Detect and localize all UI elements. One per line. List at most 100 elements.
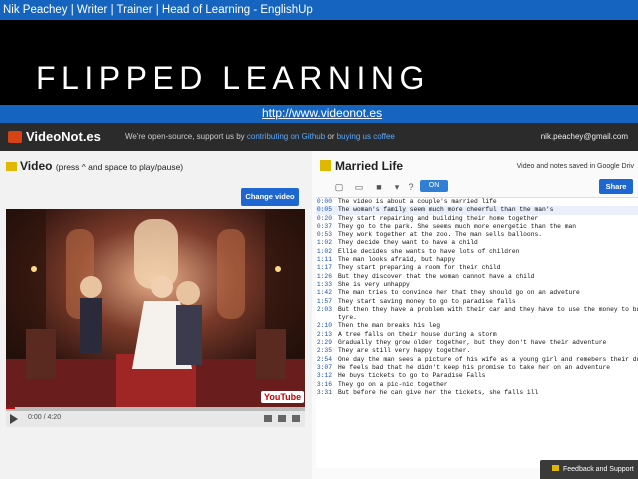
help-icon[interactable]: ? (406, 182, 416, 192)
note-timestamp[interactable]: 2:03 (316, 306, 332, 314)
note-text: They go on a pic-nic together (338, 380, 448, 388)
bookmark-icon[interactable]: ▾ (392, 182, 402, 192)
video-heading: Video (press ^ and space to play/pause) (6, 159, 183, 173)
note-line[interactable]: 0:53 They work together at the zoo. The m… (316, 231, 638, 239)
player-controls: 0:00 / 4:20 (6, 409, 305, 427)
note-timestamp[interactable]: 0:05 (316, 206, 332, 214)
note-timestamp[interactable]: 1:33 (316, 281, 332, 289)
feedback-icon (552, 465, 559, 471)
note-line[interactable]: 1:57 They start saving money to go to par… (316, 298, 638, 306)
save-icon[interactable]: ■ (374, 182, 384, 192)
note-line[interactable]: 2:03 But then they have a problem with th… (316, 306, 638, 314)
note-text: The video is about a couple's married li… (338, 198, 497, 205)
note-line[interactable]: 2:29 Gradually they grow older together, … (316, 339, 638, 347)
note-timestamp[interactable]: 1:42 (316, 289, 332, 297)
video-player[interactable]: YouTube (6, 209, 305, 409)
byline-bar: Nik Peachey | Writer | Trainer | Head of… (0, 0, 638, 20)
logo-icon (8, 131, 22, 143)
app-logo[interactable]: VideoNot.es (8, 129, 101, 144)
note-text: They work together at the zoo. The man s… (338, 231, 543, 239)
note-text: Ellie decides she wants to have lots of … (338, 247, 520, 255)
note-timestamp[interactable]: 0:37 (316, 223, 332, 231)
note-timestamp[interactable]: 2:29 (316, 339, 332, 347)
note-line[interactable]: 0:05 The woman's family seem much more ch… (316, 206, 638, 215)
note-text: One day the man sees a picture of his wi… (338, 355, 638, 363)
note-timestamp[interactable]: 3:31 (316, 389, 332, 397)
note-text: But before he can give her the tickets, … (338, 388, 539, 396)
note-line[interactable]: 1:02 They decide they want to have a chil… (316, 239, 638, 247)
note-line[interactable]: 0:00 The video is about a couple's marrie… (316, 198, 638, 206)
play-icon[interactable] (10, 414, 18, 424)
note-line[interactable]: 2:10 Then the man breaks his leg (316, 322, 638, 330)
note-line[interactable]: 2:13 A tree falls on their house during a… (316, 331, 638, 339)
note-text: She is very unhappy (338, 280, 410, 288)
note-timestamp[interactable]: 2:35 (316, 347, 332, 355)
note-timestamp[interactable]: 0:00 (316, 198, 332, 206)
coffee-link[interactable]: buying us coffee (337, 132, 395, 141)
note-text: A tree falls on their house during a sto… (338, 330, 497, 338)
notes-toolbar: ▢ ▭ ■ ▾ ? ON (320, 179, 638, 195)
share-button[interactable]: Share (599, 179, 633, 194)
note-line[interactable]: 3:16 They go on a pic-nic together (316, 381, 638, 389)
video-panel: Video (press ^ and space to play/pause) … (0, 151, 312, 479)
note-timestamp[interactable]: 2:54 (316, 356, 332, 364)
settings-icon[interactable] (264, 415, 272, 422)
notes-editor[interactable]: 0:00 The video is about a couple's marrie… (316, 197, 638, 468)
youtube-icon[interactable] (278, 415, 286, 422)
fullscreen-icon[interactable] (292, 415, 300, 422)
new-document-icon[interactable]: ▢ (334, 182, 344, 192)
sync-toggle[interactable]: ON (420, 180, 448, 192)
note-text: He feels bad that he didn't keep his pro… (338, 363, 611, 371)
note-line[interactable]: 1:42 The man tries to convince her that t… (316, 289, 638, 297)
open-folder-icon[interactable]: ▭ (354, 182, 364, 192)
page-title: FLIPPED LEARNING (36, 60, 430, 96)
byline: Nik Peachey | Writer | Trainer | Head of… (3, 4, 313, 16)
url-band: http://www.videonot.es (0, 105, 638, 123)
note-timestamp[interactable]: 1:02 (316, 248, 332, 256)
note-text: They go to the park. She seems much more… (338, 222, 577, 230)
note-line[interactable]: 1:02 Ellie decides she wants to have lots… (316, 248, 638, 256)
note-line[interactable]: 3:12 He buys tickets to go to Paradise Fa… (316, 372, 638, 380)
note-line[interactable]: tyre. (316, 314, 638, 322)
note-timestamp[interactable]: 3:16 (316, 381, 332, 389)
account-email[interactable]: nik.peachey@gmail.com (541, 132, 628, 141)
note-timestamp[interactable]: 2:10 (316, 322, 332, 330)
note-line[interactable]: 1:17 They start preparing a room for thei… (316, 264, 638, 272)
note-line[interactable]: 0:20 They start repairing and building th… (316, 215, 638, 223)
note-line[interactable]: 3:31 But before he can give her the ticke… (316, 389, 638, 397)
note-line[interactable]: 1:33 She is very unhappy (316, 281, 638, 289)
note-line[interactable]: 3:07 He feels bad that he didn't keep his… (316, 364, 638, 372)
note-line[interactable]: 1:26 But they discover that the woman can… (316, 273, 638, 281)
change-video-button[interactable]: Change video (241, 188, 299, 206)
note-line[interactable]: 1:11 The man looks afraid, but happy (316, 256, 638, 264)
videonotes-link[interactable]: http://www.videonot.es (262, 106, 382, 120)
github-link[interactable]: contributing on Github (247, 132, 325, 141)
feedback-button[interactable]: Feedback and Support (540, 460, 638, 479)
note-timestamp[interactable]: 1:57 (316, 298, 332, 306)
note-timestamp[interactable]: 2:13 (316, 331, 332, 339)
tagline: We're open-source, support us by contrib… (125, 132, 395, 141)
youtube-logo: YouTube (261, 391, 305, 403)
note-timestamp[interactable]: 0:53 (316, 231, 332, 239)
note-text: tyre. (338, 314, 357, 322)
note-text: The woman's family seem much more cheerf… (338, 206, 554, 214)
note-line[interactable]: 2:54 One day the man sees a picture of hi… (316, 356, 638, 364)
note-text: But they discover that the woman cannot … (338, 272, 535, 280)
note-timestamp[interactable]: 1:17 (316, 264, 332, 272)
videonotes-app: VideoNot.es We're open-source, support u… (0, 123, 638, 479)
note-text: Gradually they grow older together, but … (338, 339, 607, 347)
note-timestamp[interactable]: 3:12 (316, 372, 332, 380)
time-display: 0:00 / 4:20 (28, 414, 62, 421)
note-timestamp[interactable]: 1:11 (316, 256, 332, 264)
note-timestamp[interactable]: 0:20 (316, 215, 332, 223)
note-line[interactable]: 2:35 They are still very happy together. (316, 347, 638, 355)
note-timestamp[interactable]: 1:02 (316, 239, 332, 247)
note-text: The man looks afraid, but happy (338, 256, 456, 264)
title-band: FLIPPED LEARNING (0, 20, 638, 105)
note-line[interactable]: 0:37 They go to the park. She seems much … (316, 223, 638, 231)
note-timestamp[interactable]: 3:07 (316, 364, 332, 372)
note-text: The man tries to convince her that they … (338, 289, 580, 297)
note-text: They start saving money to go to paradis… (338, 297, 516, 305)
note-text: He buys tickets to go to Paradise Falls (338, 372, 486, 380)
note-timestamp[interactable]: 1:26 (316, 273, 332, 281)
